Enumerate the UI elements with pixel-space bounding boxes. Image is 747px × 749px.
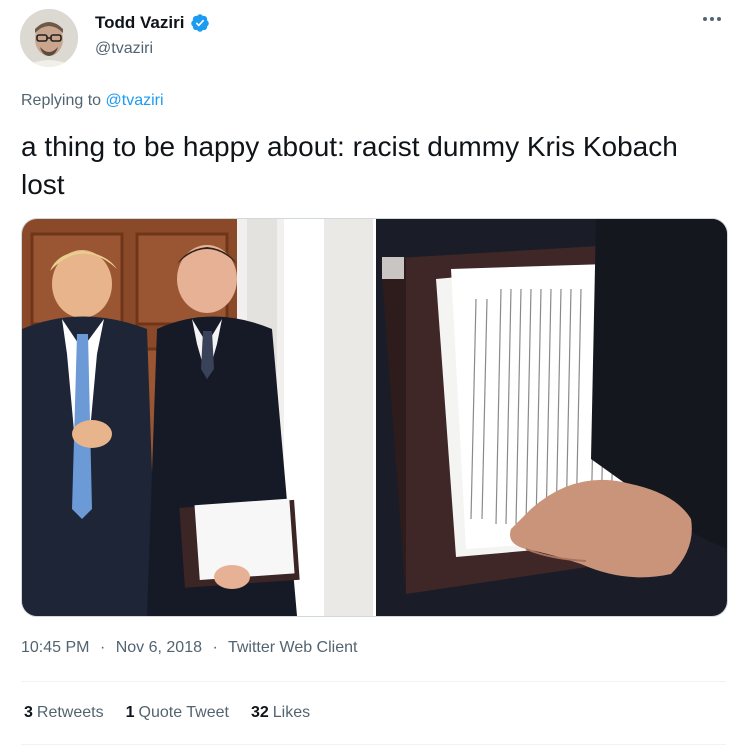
tweet-text: a thing to be happy about: racist dummy … [21,131,678,200]
author-display-name[interactable]: Todd Vaziri [95,13,184,33]
photo-left-image [22,219,373,616]
likes-count: 32 [250,704,269,721]
divider [21,681,726,682]
photo-right-image [376,219,727,616]
meta-separator: · [212,639,218,656]
avatar-image [20,9,78,67]
tweet-date[interactable]: Nov 6, 2018 [116,639,202,656]
more-dot [703,17,707,21]
meta-separator: · [99,639,106,656]
photo-right[interactable] [376,219,727,616]
tweet-stats: 3 Retweets 1 Quote Tweet 32 Likes [24,704,332,722]
replying-to: Replying to @tvaziri [21,92,164,110]
photo-left[interactable] [22,219,373,616]
divider [21,744,726,745]
quote-tweets-stat[interactable]: 1 Quote Tweet [126,704,229,722]
quote-tweets-count: 1 [125,704,135,721]
retweets-stat[interactable]: 3 Retweets [24,704,104,722]
author-name-row[interactable]: Todd Vaziri [95,13,210,33]
quote-tweets-label: Quote Tweet [138,704,229,721]
author-handle[interactable]: @tvaziri [95,40,153,58]
replying-to-prefix: Replying to [21,92,102,109]
more-dot [710,17,714,21]
tweet-meta: 10:45 PM · Nov 6, 2018 · Twitter Web Cli… [21,639,357,657]
tweet-container: Todd Vaziri @tvaziri Replying to @tvazir… [0,0,747,749]
media-grid [21,218,728,617]
tweet-time[interactable]: 10:45 PM [21,639,89,656]
likes-stat[interactable]: 32 Likes [251,704,310,722]
more-dot [717,17,721,21]
verified-badge-icon [190,13,210,33]
more-options-icon[interactable] [703,14,725,24]
tweet-client[interactable]: Twitter Web Client [228,639,358,656]
retweets-count: 3 [24,704,33,721]
avatar[interactable] [20,9,78,67]
replying-to-link[interactable]: @tvaziri [106,92,164,109]
likes-label: Likes [272,704,311,721]
retweets-label: Retweets [36,704,104,721]
